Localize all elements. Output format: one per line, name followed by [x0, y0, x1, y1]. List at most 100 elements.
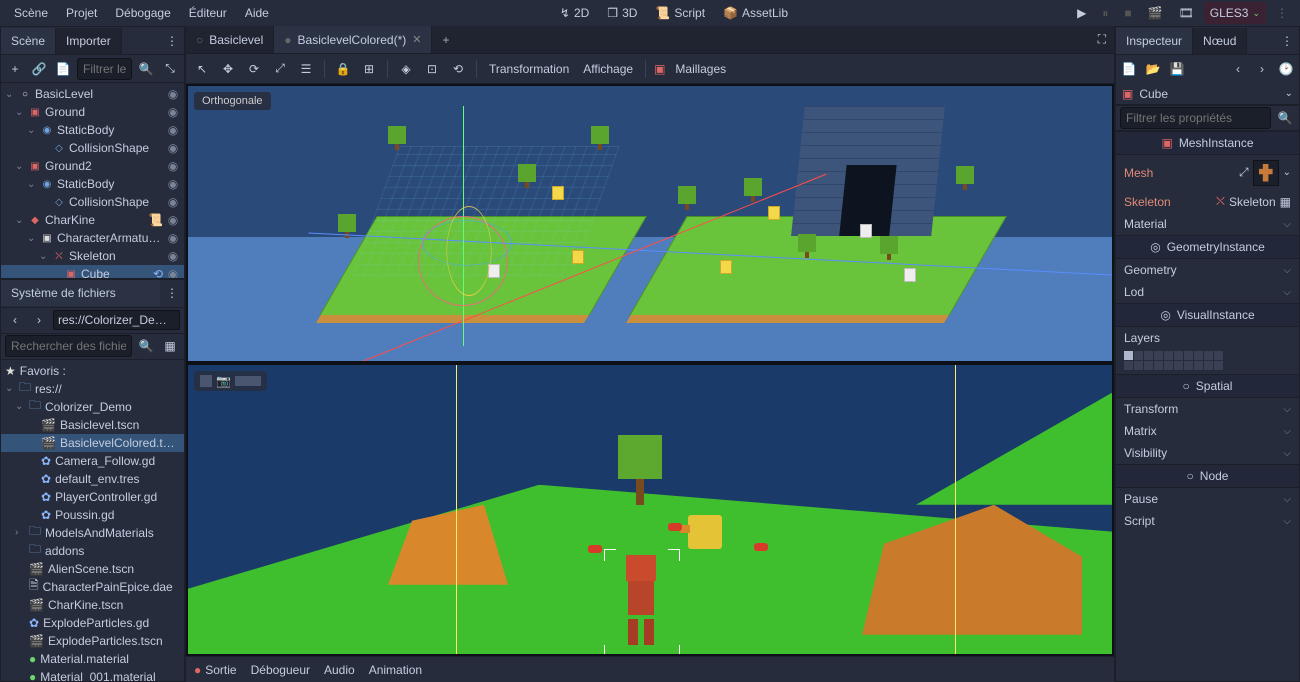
group-icon[interactable]: ⊞ — [359, 59, 379, 79]
settings-icon[interactable]: ⋮ — [1270, 2, 1294, 24]
fs-item[interactable]: › 🗀 ModelsAndMaterials — [1, 524, 184, 542]
fs-item[interactable]: ✿ default_env.tres — [1, 470, 184, 488]
renderer-badge[interactable]: GLES3⌄ — [1204, 2, 1266, 24]
expand-icon[interactable]: › — [15, 527, 25, 538]
history-icon[interactable]: 🕑 — [1277, 60, 1295, 78]
scene-filter-input[interactable] — [77, 58, 132, 80]
script-icon[interactable]: 📜 — [148, 213, 163, 227]
mesh-preview-icon[interactable] — [1253, 160, 1279, 186]
visibility-icon[interactable]: ◉ — [166, 159, 180, 173]
attach-script-icon[interactable]: 📄 — [53, 59, 73, 79]
tab-node[interactable]: Nœud — [1193, 28, 1247, 54]
instance-icon[interactable]: 🔗 — [29, 59, 49, 79]
expand-icon[interactable]: ⌄ — [27, 233, 37, 244]
layer-bit[interactable] — [1144, 361, 1153, 370]
expand-icon[interactable]: ⌄ — [27, 179, 37, 190]
menu-scene[interactable]: Scène — [6, 2, 56, 24]
search-icon[interactable]: 🔍 — [136, 59, 156, 79]
section-pause[interactable]: Pause — [1116, 488, 1299, 510]
move-mode-icon[interactable]: ✥ — [218, 59, 238, 79]
section-material[interactable]: Material — [1116, 213, 1299, 235]
layer-bit[interactable] — [1184, 361, 1193, 370]
workspace-3d[interactable]: ❒3D — [599, 2, 645, 24]
load-resource-icon[interactable]: 📂 — [1144, 60, 1162, 78]
fs-favorites[interactable]: ★Favoris : — [1, 362, 184, 380]
expand-icon[interactable]: ⌄ — [39, 251, 49, 262]
assign-icon[interactable]: ▦ — [1280, 195, 1291, 209]
history-back-icon[interactable]: ‹ — [1229, 60, 1247, 78]
list-select-icon[interactable]: ☰ — [296, 59, 316, 79]
section-script[interactable]: Script — [1116, 510, 1299, 532]
scene-node[interactable]: ⌄ ○ BasicLevel ◉ — [1, 85, 184, 103]
menu-editor[interactable]: Éditeur — [181, 2, 235, 24]
scene-tab[interactable]: ○ Basiclevel — [186, 26, 274, 53]
menu-meshes[interactable]: Maillages — [671, 62, 730, 76]
rotate-mode-icon[interactable]: ⟳ — [244, 59, 264, 79]
projection-label[interactable]: Orthogonale — [194, 92, 271, 110]
layer-bit[interactable] — [1154, 361, 1163, 370]
fs-item[interactable]: ● Material.material — [1, 650, 184, 668]
scene-node[interactable]: ⌄ ◉ StaticBody ◉ — [1, 121, 184, 139]
layer-bit[interactable] — [1134, 361, 1143, 370]
visibility-icon[interactable]: ◉ — [166, 87, 180, 101]
section-lod[interactable]: Lod — [1116, 281, 1299, 303]
section-visibility[interactable]: Visibility — [1116, 442, 1299, 464]
fs-tree[interactable]: ★Favoris : ⌄ 🗀 res://⌄ 🗀 Colorizer_Demo … — [1, 360, 184, 681]
section-transform[interactable]: Transform — [1116, 398, 1299, 420]
stop-icon[interactable]: ■ — [1118, 2, 1137, 24]
scene-node[interactable]: ⌄ ▣ CharacterArmaturePai ◉ — [1, 229, 184, 247]
search-icon[interactable]: 🔍 — [1275, 108, 1295, 128]
play-icon[interactable]: ▶ — [1071, 2, 1092, 24]
layer-bit[interactable] — [1154, 351, 1163, 360]
fs-item[interactable]: 🗀 addons — [1, 542, 184, 560]
menu-project[interactable]: Projet — [58, 2, 105, 24]
scene-node[interactable]: ◇ CollisionShape ◉ — [1, 139, 184, 157]
fs-item[interactable]: 🎬 BasiclevelColored.tscn — [1, 434, 184, 452]
fs-item[interactable]: ● Material_001.material — [1, 668, 184, 681]
grid-view-icon[interactable]: ▦ — [160, 336, 180, 356]
expand-icon[interactable]: ⌄ — [15, 107, 25, 118]
add-node-icon[interactable]: + — [5, 59, 25, 79]
fs-item[interactable]: ✿ PlayerController.gd — [1, 488, 184, 506]
collapse-icon[interactable]: ⤡ — [160, 59, 180, 79]
expand-icon[interactable]: ⌄ — [15, 161, 25, 172]
layer-bit[interactable] — [1164, 361, 1173, 370]
panel-menu-icon[interactable]: ⋮ — [160, 286, 184, 300]
fs-item[interactable]: ⌄ 🗀 res:// — [1, 380, 184, 398]
pause-icon[interactable]: ⏸ — [1096, 2, 1114, 25]
scene-tab[interactable]: ● BasiclevelColored(*) ✕ — [274, 26, 432, 53]
distraction-free-icon[interactable]: ⛶ — [1090, 32, 1114, 47]
expand-icon[interactable]: ⌄ — [27, 125, 37, 136]
scene-node[interactable]: ⌄ ◆ CharKine 📜 ◉ — [1, 211, 184, 229]
visibility-icon[interactable]: ◉ — [166, 249, 180, 263]
layer-bit[interactable] — [1174, 351, 1183, 360]
menu-help[interactable]: Aide — [237, 2, 277, 24]
lock-icon[interactable]: 🔒 — [333, 59, 353, 79]
viewport-orthogonal[interactable]: Orthogonale — [188, 86, 1112, 361]
prop-skeleton[interactable]: Skeleton ⛌Skeleton▦ — [1116, 191, 1299, 213]
menu-display[interactable]: Affichage — [579, 62, 637, 76]
layers-grid[interactable] — [1116, 349, 1299, 374]
scene-node[interactable]: ⌄ ◉ StaticBody ◉ — [1, 175, 184, 193]
fs-item[interactable]: 🎬 AlienScene.tscn — [1, 560, 184, 578]
fs-item[interactable]: ✿ ExplodeParticles.gd — [1, 614, 184, 632]
prop-mesh[interactable]: Mesh ⤢ ⌄ — [1116, 155, 1299, 191]
visibility-icon[interactable]: ◉ — [166, 123, 180, 137]
visibility-icon[interactable]: ◉ — [166, 267, 180, 278]
expand-icon[interactable]: ⌄ — [5, 89, 15, 100]
new-scene-icon[interactable]: + — [432, 33, 459, 47]
chevron-down-icon[interactable]: ⌄ — [1285, 88, 1293, 99]
scale-mode-icon[interactable]: ⤢ — [270, 59, 290, 79]
fs-item[interactable]: ⌄ 🗀 Colorizer_Demo — [1, 398, 184, 416]
layer-bit[interactable] — [1204, 361, 1213, 370]
nav-back-icon[interactable]: ‹ — [5, 310, 25, 330]
camera-override-icon[interactable]: ⟲ — [448, 59, 468, 79]
history-fwd-icon[interactable]: › — [1253, 60, 1271, 78]
tab-audio[interactable]: Audio — [324, 663, 355, 677]
expand-icon[interactable]: ⌄ — [15, 401, 25, 412]
inspector-filter-input[interactable] — [1120, 107, 1271, 129]
visibility-icon[interactable]: ◉ — [166, 195, 180, 209]
expand-icon[interactable]: ⌄ — [15, 215, 25, 226]
menu-debug[interactable]: Débogage — [107, 2, 178, 24]
fs-search-input[interactable] — [5, 335, 132, 357]
